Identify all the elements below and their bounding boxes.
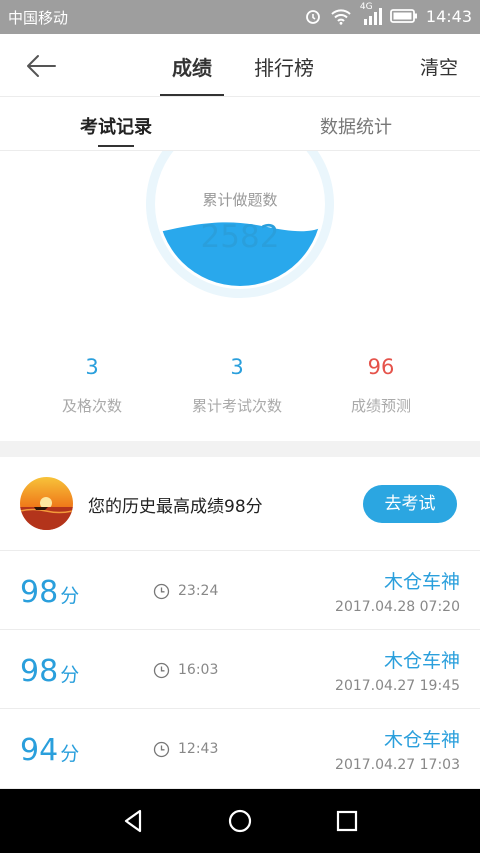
clock-icon <box>153 741 170 758</box>
exam-record-row[interactable]: 98 分 16:03 木仓车神 2017.04.27 19:45 <box>0 630 480 709</box>
wifi-icon <box>331 9 351 25</box>
subtab-exam-records-label: 考试记录 <box>80 117 152 138</box>
section-divider <box>0 441 480 457</box>
battery-icon <box>389 9 417 23</box>
best-score-row: 您的历史最高成绩98分 去考试 <box>0 457 480 551</box>
exam-record-row[interactable]: 94 分 12:43 木仓车神 2017.04.27 17:03 <box>0 709 480 789</box>
status-icons: 4G 14:43 <box>304 2 472 26</box>
stat-pass-count: 3 及格次数 <box>12 355 172 416</box>
tab-leaderboard[interactable]: 排行榜 <box>254 52 314 81</box>
avatar <box>20 477 73 530</box>
status-bar: 中国移动 4G 14:43 <box>0 0 480 34</box>
score-number: 94 <box>20 733 59 768</box>
alarm-icon <box>305 10 320 24</box>
record-date: 2017.04.27 17:03 <box>335 757 460 773</box>
record-user-name: 木仓车神 <box>383 650 460 672</box>
nav-back-icon[interactable] <box>120 807 148 835</box>
tab-active-indicator <box>160 94 224 96</box>
stat-value: 96 <box>367 355 395 379</box>
stat-value: 3 <box>85 355 99 379</box>
clock-time: 14:43 <box>425 6 472 26</box>
stat-label: 及格次数 <box>61 397 122 415</box>
subtab-exam-records[interactable]: 考试记录 <box>80 113 152 147</box>
record-score: 94 分 <box>20 733 79 768</box>
stat-score-prediction: 96 成绩预测 <box>301 355 461 416</box>
stat-value: 3 <box>230 355 244 379</box>
take-exam-button[interactable]: 去考试 <box>363 485 457 523</box>
gauge-label: 累计做题数 <box>202 191 278 209</box>
record-date: 2017.04.27 19:45 <box>335 678 460 694</box>
subtab-statistics[interactable]: 数据统计 <box>320 113 392 139</box>
sub-tabs: 考试记录 数据统计 <box>0 97 480 151</box>
clock-icon <box>153 662 170 679</box>
record-user-name: 木仓车神 <box>383 729 460 751</box>
stat-label: 成绩预测 <box>350 397 411 415</box>
record-score: 98 分 <box>20 575 79 610</box>
score-number: 98 <box>20 575 59 610</box>
record-score: 98 分 <box>20 654 79 689</box>
gauge-value: 2582 <box>200 219 280 255</box>
score-unit: 分 <box>60 664 80 686</box>
system-nav-bar <box>0 789 480 853</box>
carrier-name: 中国移动 <box>8 9 69 27</box>
score-unit: 分 <box>60 743 80 765</box>
top-nav: 成绩 排行榜 清空 <box>0 34 480 97</box>
record-user-name: 木仓车神 <box>383 571 460 593</box>
exam-record-row[interactable]: 98 分 23:24 木仓车神 2017.04.28 07:20 <box>0 551 480 630</box>
subtab-active-indicator <box>98 145 134 147</box>
record-duration: 23:24 <box>178 583 219 599</box>
clear-button[interactable]: 清空 <box>420 53 458 80</box>
back-arrow-icon[interactable] <box>24 52 58 80</box>
nav-recents-icon[interactable] <box>333 807 361 835</box>
record-duration: 12:43 <box>178 741 219 757</box>
tab-leaderboard-label: 排行榜 <box>254 56 314 80</box>
nav-home-icon[interactable] <box>226 807 254 835</box>
stat-exam-count: 3 累计考试次数 <box>157 355 317 416</box>
tab-scores-label: 成绩 <box>172 56 212 80</box>
score-number: 98 <box>20 654 59 689</box>
record-date: 2017.04.28 07:20 <box>335 599 460 615</box>
stats-summary: 累计做题数 2582 3 及格次数 3 累计考试次数 96 成绩预测 <box>0 151 480 441</box>
clock-icon <box>153 583 170 600</box>
signal-icon: 4G <box>360 2 382 26</box>
subtab-statistics-label: 数据统计 <box>320 117 392 138</box>
score-unit: 分 <box>60 585 80 607</box>
best-score-text: 您的历史最高成绩98分 <box>88 497 263 517</box>
tab-scores[interactable]: 成绩 <box>160 52 224 96</box>
record-duration: 16:03 <box>178 662 219 678</box>
network-type: 4G <box>359 2 373 12</box>
stat-label: 累计考试次数 <box>191 397 282 415</box>
